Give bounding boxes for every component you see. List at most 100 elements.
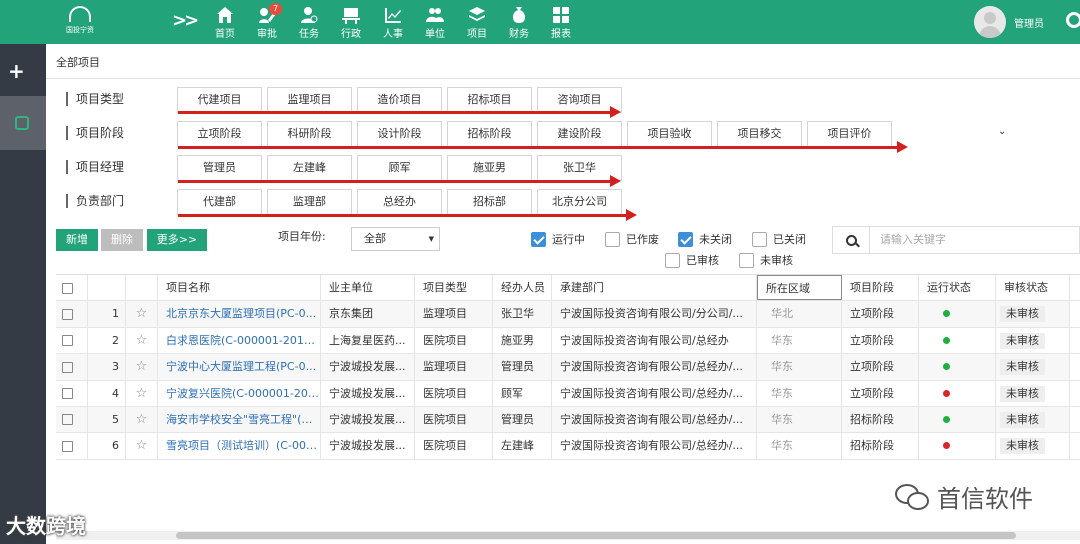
row-number: 1 (88, 301, 126, 327)
checkbox-label: 未关闭 (699, 233, 732, 246)
filter-chip[interactable]: 管理员 (177, 155, 262, 181)
project-name-link[interactable]: 宁波中心大厦监理工程(PC-0... (158, 354, 321, 380)
star-icon[interactable]: ☆ (126, 380, 158, 406)
filter-chip[interactable]: 北京分公司 (537, 189, 622, 215)
filter-chip[interactable]: 顾军 (357, 155, 442, 181)
filter-chip[interactable]: 建设阶段 (537, 121, 622, 147)
nav-item-unit[interactable]: 单位 (414, 4, 456, 40)
more-button[interactable]: 更多>> (147, 229, 207, 251)
checkbox-audited[interactable]: 已审核 (665, 252, 719, 268)
plus-icon[interactable]: + (8, 59, 25, 83)
star-icon[interactable]: ☆ (126, 301, 158, 327)
header-cell[interactable]: 项目类型 (415, 275, 493, 301)
checkbox-running[interactable]: 运行中 (531, 231, 585, 247)
filter-chip[interactable]: 造价项目 (357, 87, 442, 113)
search-input[interactable]: 请输入关键字 (870, 226, 1080, 254)
filter-chip[interactable]: 设计阶段 (357, 121, 442, 147)
gear-icon[interactable] (1066, 12, 1080, 28)
project-name-link[interactable]: 白求恩医院(C-000001-20190... (158, 327, 321, 354)
filter-chip[interactable]: 代建部 (177, 189, 262, 215)
header-cell[interactable]: 业主单位 (321, 275, 415, 301)
home-icon (216, 6, 234, 24)
filter-chip[interactable]: 招标阶段 (447, 121, 532, 147)
select-all-checkbox[interactable] (56, 275, 88, 301)
checkbox-checked-icon (531, 231, 546, 247)
row-checkbox[interactable] (56, 433, 88, 459)
status-badge: 未审核 (1000, 332, 1045, 349)
header-cell[interactable]: 审核状态 (996, 275, 1070, 301)
header-cell[interactable]: 项目阶段 (842, 275, 919, 301)
header-cell-active[interactable]: 所在区域 (757, 275, 842, 301)
star-icon[interactable]: ☆ (126, 433, 158, 459)
row-number: 5 (88, 406, 126, 433)
dept-cell: 宁波国际投资咨询有限公司/分公司/... (552, 301, 757, 327)
sidebar-item-active[interactable] (0, 96, 46, 150)
filter-chip[interactable]: 监理部 (267, 189, 352, 215)
row-checkbox[interactable] (56, 301, 88, 327)
nav-item-admin[interactable]: 行政 (330, 4, 372, 40)
nav-item-finance[interactable]: 财务 (498, 4, 540, 40)
table-row[interactable]: 5 ☆ 海安市学校安全"雪亮工程"(C-... 宁波城投发展... 医院项目 管理员 宁波国… (56, 406, 1080, 434)
annotation-arrow (178, 209, 637, 221)
row-checkbox[interactable] (56, 327, 88, 354)
header-cell[interactable]: 承建部门 (552, 275, 757, 301)
star-icon[interactable]: ☆ (126, 327, 158, 354)
filter-chip[interactable]: 代建项目 (177, 87, 262, 113)
table-row[interactable]: 6 ☆ 雪亮项目（测试培训）(C-000... 宁波城投发展... 医院项目 左建峰 宁波国… (56, 433, 1080, 460)
filter-chip[interactable]: 立项阶段 (177, 121, 262, 147)
nav-item-hr[interactable]: 人事 (372, 4, 414, 40)
chevron-down-icon[interactable]: ⌄ (998, 126, 1006, 137)
app-logo[interactable]: 国投宁资 (62, 6, 98, 35)
filter-chip[interactable]: 项目移交 (717, 121, 802, 147)
star-icon[interactable]: ☆ (126, 406, 158, 433)
search-icon[interactable] (832, 226, 870, 254)
table-row[interactable]: 1 ☆ 北京京东大厦监理项目(PC-0... 京东集团 监理项目 张卫华 宁波国际投资咨询有… (56, 301, 1080, 328)
project-name-link[interactable]: 北京京东大厦监理项目(PC-0... (158, 301, 321, 327)
table-row[interactable]: 4 ☆ 宁波复兴医院(C-000001-201... 宁波城投发展... 医院项目 顾军宁… (56, 380, 1080, 407)
nav-item-task[interactable]: 任务 (288, 4, 330, 40)
project-name-link[interactable]: 宁波复兴医院(C-000001-201... (158, 380, 321, 406)
nav-item-report[interactable]: 报表 (540, 4, 582, 40)
filter-chip[interactable]: 招标部 (447, 189, 532, 215)
delete-button[interactable]: 删除 (101, 229, 143, 251)
filter-chip[interactable]: 左建峰 (267, 155, 352, 181)
filter-chip[interactable]: 施亚男 (447, 155, 532, 181)
header-cell[interactable]: 运行状态 (919, 275, 996, 301)
filter-chip[interactable]: 项目评价 (807, 121, 892, 147)
owner-cell: 宁波城投发展... (321, 433, 415, 459)
checkbox-unaudited[interactable]: 未审核 (739, 252, 793, 268)
header-cell[interactable]: 项目名称 (158, 275, 321, 301)
filter-chip[interactable]: 招标项目 (447, 87, 532, 113)
row-checkbox[interactable] (56, 406, 88, 433)
project-name-link[interactable]: 海安市学校安全"雪亮工程"(C-... (158, 406, 321, 433)
table-row[interactable]: 2 ☆ 白求恩医院(C-000001-20190... 上海复星医药... 医院项目 施亚… (56, 327, 1080, 355)
checkbox-icon (739, 252, 754, 268)
person-cell: 管理员 (493, 406, 552, 433)
year-select[interactable]: 全部 (351, 227, 440, 251)
nav-item-project[interactable]: 项目 (456, 4, 498, 40)
owner-cell: 宁波城投发展... (321, 406, 415, 433)
row-checkbox[interactable] (56, 354, 88, 380)
double-chevron-right-icon[interactable]: >> (172, 10, 199, 31)
table-row[interactable]: 3 ☆ 宁波中心大厦监理工程(PC-0... 宁波城投发展... 监理项目 管理员 宁波国际… (56, 354, 1080, 381)
filter-chip[interactable]: 科研阶段 (267, 121, 352, 147)
audit-cell: 未审核 (996, 354, 1070, 380)
filter-chip[interactable]: 项目验收 (627, 121, 712, 147)
nav-item-approval[interactable]: 7 审批 (246, 3, 288, 40)
project-name-link[interactable]: 雪亮项目（测试培训）(C-000... (158, 433, 321, 459)
checkbox-unclosed[interactable]: 未关闭 (678, 231, 732, 247)
checkbox-closed[interactable]: 已关闭 (752, 231, 806, 247)
checkbox-voided[interactable]: 已作废 (605, 231, 659, 247)
row-checkbox[interactable] (56, 380, 88, 406)
row-number: 2 (88, 327, 126, 354)
horizontal-scrollbar[interactable] (56, 531, 1080, 540)
star-icon[interactable]: ☆ (126, 354, 158, 380)
filter-chip[interactable]: 总经办 (357, 189, 442, 215)
nav-item-home[interactable]: 首页 (204, 4, 246, 40)
filter-chip[interactable]: 监理项目 (267, 87, 352, 113)
new-button[interactable]: 新增 (56, 229, 98, 251)
scrollbar-thumb[interactable] (176, 532, 1016, 539)
user-menu[interactable]: 管理员 (974, 6, 1044, 38)
header-cell[interactable]: 经办人员 (493, 275, 552, 301)
person-cell: 左建峰 (493, 433, 552, 459)
